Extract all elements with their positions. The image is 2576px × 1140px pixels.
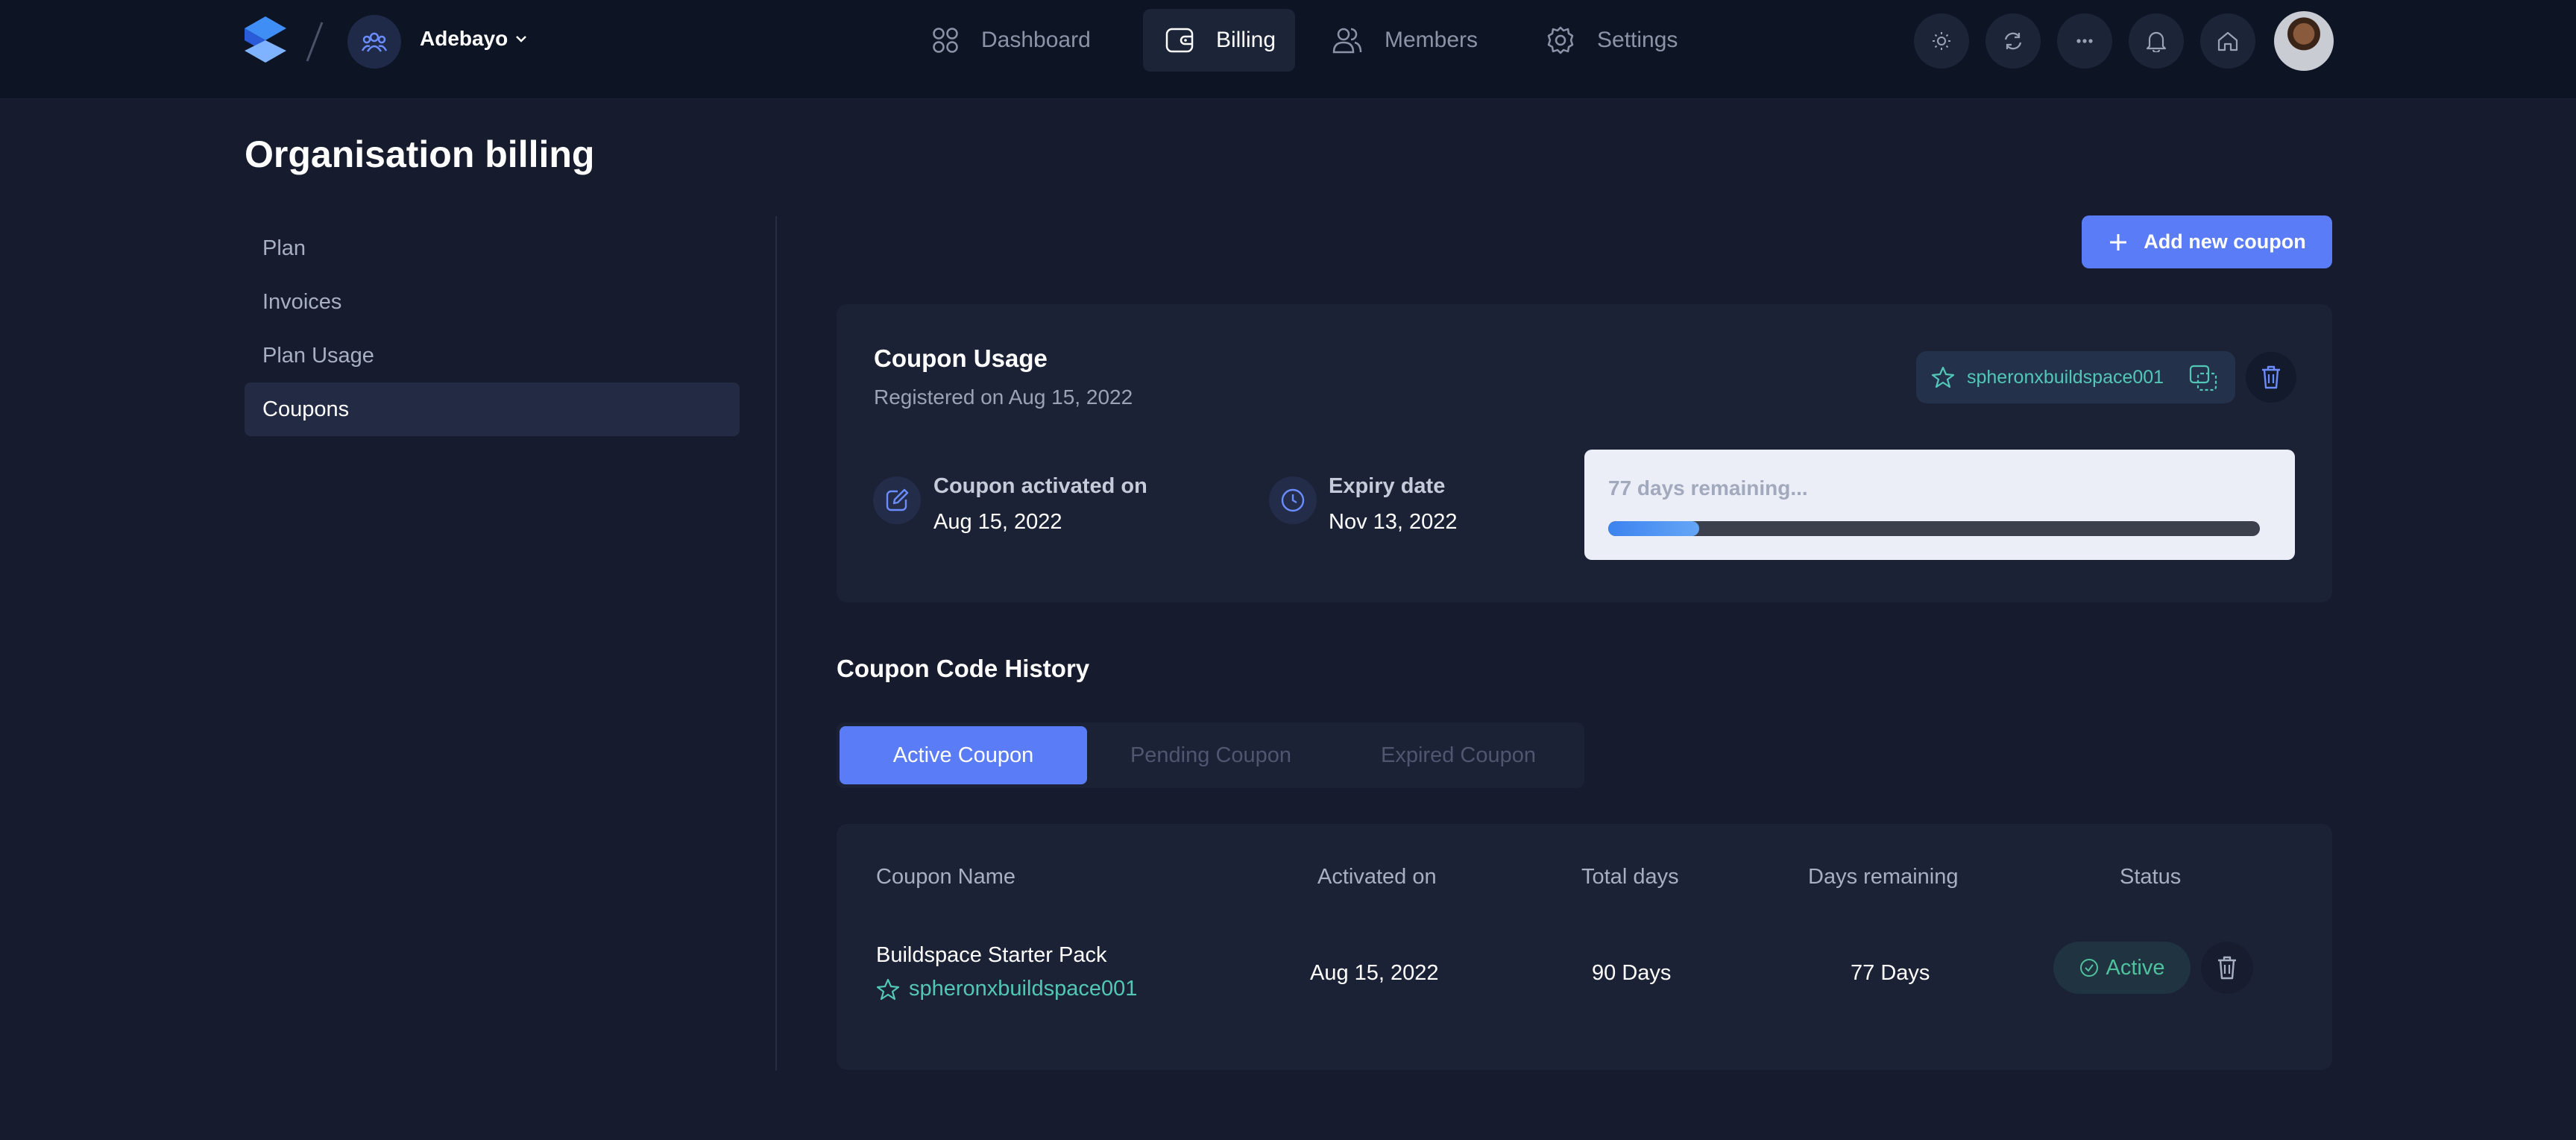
user-avatar[interactable] [2274, 11, 2334, 71]
status-badge: Active [2053, 942, 2191, 994]
nav-settings-label: Settings [1597, 28, 1678, 52]
activated-label: Coupon activated on [933, 474, 1147, 498]
notifications-button[interactable] [2129, 13, 2184, 69]
activated-icon-wrap [873, 476, 921, 524]
breadcrumb-separator-icon [306, 22, 324, 62]
trash-icon [2218, 956, 2236, 980]
sidebar-item-plan[interactable]: Plan [245, 221, 740, 275]
gear-icon [1547, 26, 1574, 54]
nav-billing-label: Billing [1216, 28, 1276, 52]
sun-icon [1933, 32, 1950, 50]
users-icon [1332, 28, 1362, 54]
coupon-code: spheronxbuildspace001 [876, 977, 1137, 1001]
column-header-total-days: Total days [1581, 865, 1679, 889]
home-icon [2217, 31, 2238, 51]
org-avatar[interactable] [347, 15, 401, 69]
nav-members-label: Members [1385, 28, 1478, 52]
progress-track [1608, 521, 2260, 536]
tab-expired-coupon[interactable]: Expired Coupon [1335, 726, 1582, 784]
edit-icon [886, 488, 909, 511]
coupon-code-text: spheronxbuildspace001 [1967, 366, 2164, 388]
activated-value: Aug 15, 2022 [933, 510, 1062, 534]
coupon-usage-title: Coupon Usage [874, 344, 1048, 372]
days-remaining-text: 77 days remaining... [1608, 476, 1808, 500]
nav-members[interactable]: Members [1310, 9, 1500, 72]
coupon-name: Buildspace Starter Pack [876, 943, 1107, 967]
page-title: Organisation billing [245, 133, 595, 175]
tab-active-coupon[interactable]: Active Coupon [840, 726, 1087, 784]
column-header-status: Status [2120, 865, 2182, 889]
clock-icon [1281, 488, 1305, 512]
org-switcher[interactable]: Adebayo [420, 27, 527, 51]
grid-icon [933, 28, 958, 53]
coupon-code-text: spheronxbuildspace001 [909, 977, 1138, 1001]
wallet-icon [1165, 28, 1194, 53]
org-name: Adebayo [420, 27, 508, 50]
column-header-days-remaining: Days remaining [1808, 865, 1959, 889]
nav-dashboard[interactable]: Dashboard [910, 9, 1113, 72]
refresh-button[interactable] [1985, 13, 2041, 69]
sidebar-item-invoices[interactable]: Invoices [245, 275, 740, 329]
activated-on-cell: Aug 15, 2022 [1310, 961, 1439, 985]
star-icon [876, 978, 900, 1000]
coupon-registered-date: Registered on Aug 15, 2022 [874, 385, 1133, 409]
status-text: Active [2106, 955, 2165, 980]
trash-icon [2262, 365, 2280, 389]
days-remaining-cell: 77 Days [1851, 961, 1930, 985]
check-circle-icon [2079, 959, 2098, 977]
column-header-activated-on: Activated on [1317, 865, 1437, 889]
column-header-coupon-name: Coupon Name [876, 865, 1015, 889]
coupon-code-chip: spheronxbuildspace001 [1916, 351, 2235, 403]
spheron-logo-icon[interactable] [243, 16, 286, 63]
home-button[interactable] [2200, 13, 2255, 69]
top-navigation-bar: Adebayo Dashboard Billing Members Settin… [0, 0, 2576, 99]
progress-fill [1608, 521, 1700, 536]
theme-toggle-button[interactable] [1914, 13, 1969, 69]
more-icon [2076, 39, 2093, 43]
add-new-coupon-label: Add new coupon [2144, 230, 2306, 253]
more-button[interactable] [2057, 13, 2112, 69]
copy-icon[interactable] [2189, 365, 2219, 391]
coupon-tabs: Active Coupon Pending Coupon Expired Cou… [837, 722, 1584, 788]
delete-row-button[interactable] [2201, 942, 2253, 994]
coupon-history-title: Coupon Code History [837, 655, 1090, 682]
star-icon [1931, 366, 1955, 388]
expiry-label: Expiry date [1329, 474, 1446, 498]
expiry-value: Nov 13, 2022 [1329, 510, 1458, 534]
sidebar-divider [775, 216, 777, 1071]
nav-settings[interactable]: Settings [1524, 9, 1700, 72]
refresh-icon [2004, 32, 2022, 50]
bell-icon [2146, 31, 2167, 52]
sidebar-item-plan-usage[interactable]: Plan Usage [245, 329, 740, 382]
delete-coupon-button[interactable] [2246, 352, 2296, 403]
plus-icon [2110, 233, 2127, 251]
nav-dashboard-label: Dashboard [981, 28, 1091, 52]
chevron-down-icon [516, 36, 527, 42]
team-icon [362, 32, 387, 52]
expiry-icon-wrap [1269, 476, 1317, 524]
sidebar-item-coupons[interactable]: Coupons [245, 382, 740, 436]
add-new-coupon-button[interactable]: Add new coupon [2082, 215, 2332, 268]
nav-billing[interactable]: Billing [1143, 9, 1295, 72]
tab-pending-coupon[interactable]: Pending Coupon [1087, 726, 1335, 784]
total-days-cell: 90 Days [1592, 961, 1672, 985]
days-remaining-progress: 77 days remaining... [1584, 450, 2295, 560]
